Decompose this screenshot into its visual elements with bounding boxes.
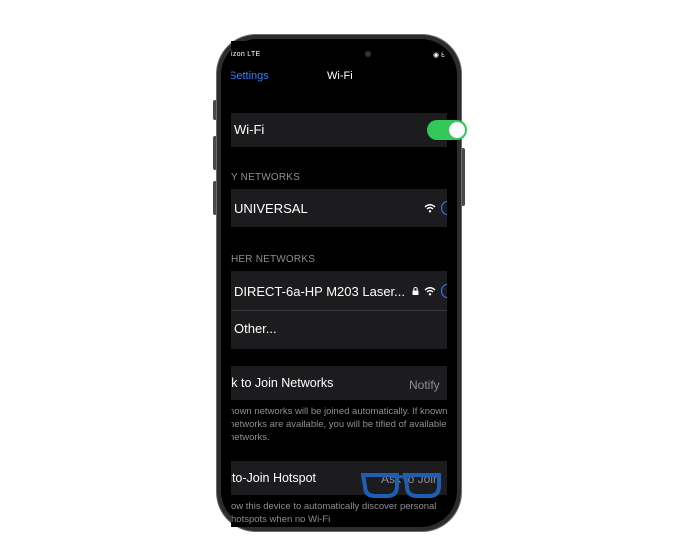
toggle-knob (449, 122, 465, 138)
ask-to-join-label: sk to Join Networks (231, 376, 334, 390)
navigation-bar: Settings Wi-Fi (231, 67, 447, 87)
network-name: DIRECT-6a-HP M203 Laser... (234, 284, 405, 299)
phone-notch (279, 40, 403, 64)
glasses-watermark-icon (361, 473, 441, 498)
front-camera (365, 51, 371, 57)
my-networks-header: Y NETWORKS (231, 172, 301, 183)
info-icon[interactable] (441, 284, 447, 298)
network-row-direct-hp[interactable]: DIRECT-6a-HP M203 Laser... (231, 271, 447, 310)
auto-join-hotspot-description: ow this device to automatically discover… (231, 501, 437, 525)
wifi-toggle-label: Wi-Fi (234, 122, 265, 137)
other-network-label: Other... (234, 321, 277, 336)
wifi-settings-screen: izon LTE ◉ 8 Settings Wi-Fi Wi-Fi Y NETW… (231, 41, 447, 527)
lock-icon (412, 287, 419, 295)
carrier-label: izon LTE (231, 51, 261, 58)
wifi-icon (424, 204, 436, 213)
wifi-toggle-switch[interactable] (427, 120, 467, 140)
back-button[interactable]: Settings (231, 70, 269, 82)
page-title: Wi-Fi (327, 70, 353, 82)
ask-to-join-value: Notify (409, 378, 440, 392)
wifi-toggle-row[interactable]: Wi-Fi (231, 113, 447, 147)
other-networks-header: HER NETWORKS (231, 254, 316, 265)
ask-to-join-description: nown networks will be joined automatical… (231, 406, 447, 443)
auto-join-hotspot-label: uto-Join Hotspot (231, 471, 317, 485)
wifi-icon (424, 287, 436, 296)
network-row-other[interactable]: Other... (231, 311, 447, 349)
other-networks-group: DIRECT-6a-HP M203 Laser... Other... (231, 271, 447, 349)
network-row-universal[interactable]: UNIVERSAL (231, 189, 447, 227)
battery-indicator: ◉ 8 (433, 52, 445, 59)
info-icon[interactable] (441, 201, 447, 215)
network-name: UNIVERSAL (234, 201, 308, 216)
